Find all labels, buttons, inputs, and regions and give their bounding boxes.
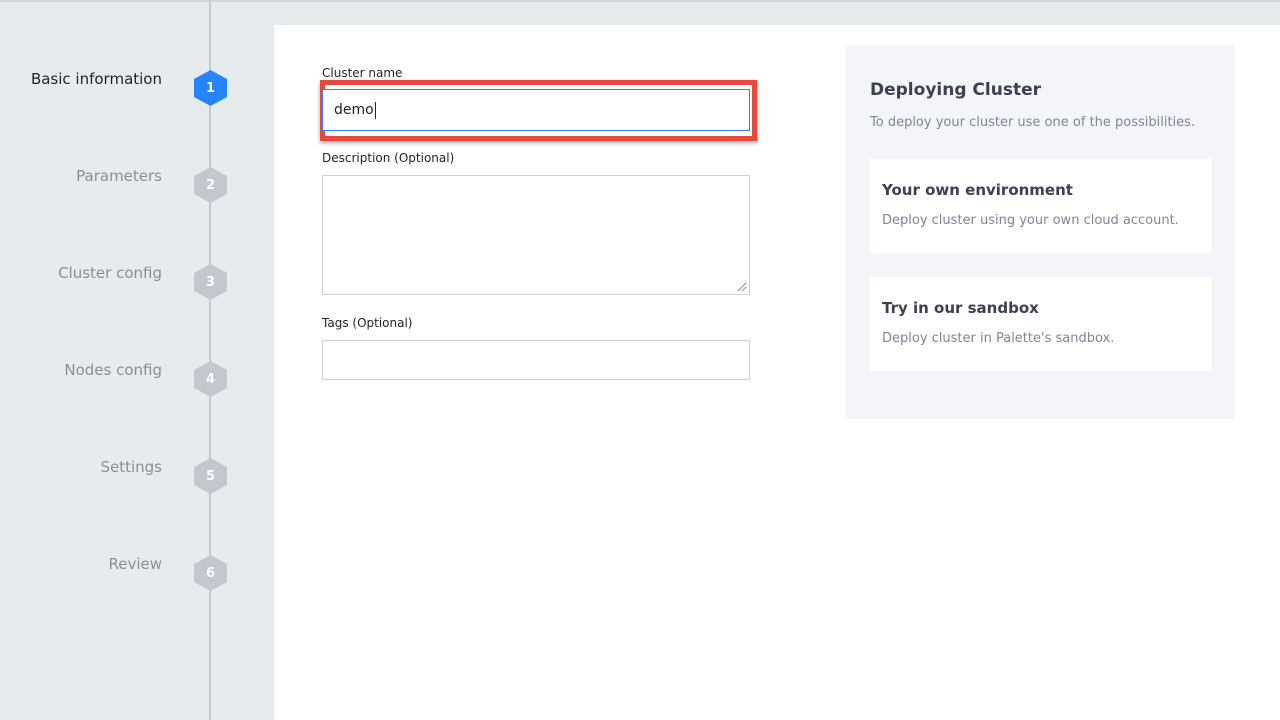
deploy-info-panel: Deploying Cluster To deploy your cluster… [846,45,1235,419]
option-sandbox-card[interactable]: Try in our sandbox Deploy cluster in Pal… [870,277,1211,371]
step-label: Review [108,555,162,573]
step-label: Basic information [30,70,162,88]
cluster-name-input[interactable]: demo [322,89,750,131]
text-caret [374,101,376,119]
step-number-hexagon: 1 [194,70,227,106]
description-textarea[interactable] [322,175,750,295]
main-panel: Cluster name demo Description (Optional)… [274,25,1280,720]
tags-input[interactable] [322,340,750,380]
step-review[interactable]: Review 6 [0,554,274,594]
step-cluster-config[interactable]: Cluster config 3 [0,263,274,303]
card-description: Deploy cluster in Palette's sandbox. [882,331,1115,346]
cluster-name-value: demo [334,102,374,118]
card-description: Deploy cluster using your own cloud acco… [882,213,1179,228]
step-nodes-config[interactable]: Nodes config 4 [0,360,274,400]
info-subtitle: To deploy your cluster use one of the po… [870,115,1196,130]
step-number-hexagon: 4 [194,361,227,397]
resize-handle-icon[interactable] [737,282,747,292]
card-title: Your own environment [882,181,1073,199]
info-title: Deploying Cluster [870,80,1041,100]
step-label: Settings [100,458,162,476]
step-label: Cluster config [58,264,162,282]
cluster-name-label: Cluster name [322,66,403,80]
wizard-stepper: Basic information 1 Parameters 2 Cluster… [0,0,274,720]
step-label: Nodes config [64,361,162,379]
step-number-hexagon: 5 [194,458,227,494]
step-number-hexagon: 3 [194,264,227,300]
step-settings[interactable]: Settings 5 [0,457,274,497]
tags-label: Tags (Optional) [322,316,413,330]
step-number-hexagon: 6 [194,555,227,591]
step-basic-information[interactable]: Basic information 1 [0,69,274,109]
step-parameters[interactable]: Parameters 2 [0,166,274,206]
card-title: Try in our sandbox [882,299,1039,317]
step-label: Parameters [76,167,162,185]
description-label: Description (Optional) [322,151,455,165]
step-number-hexagon: 2 [194,167,227,203]
option-own-environment-card[interactable]: Your own environment Deploy cluster usin… [870,159,1211,253]
